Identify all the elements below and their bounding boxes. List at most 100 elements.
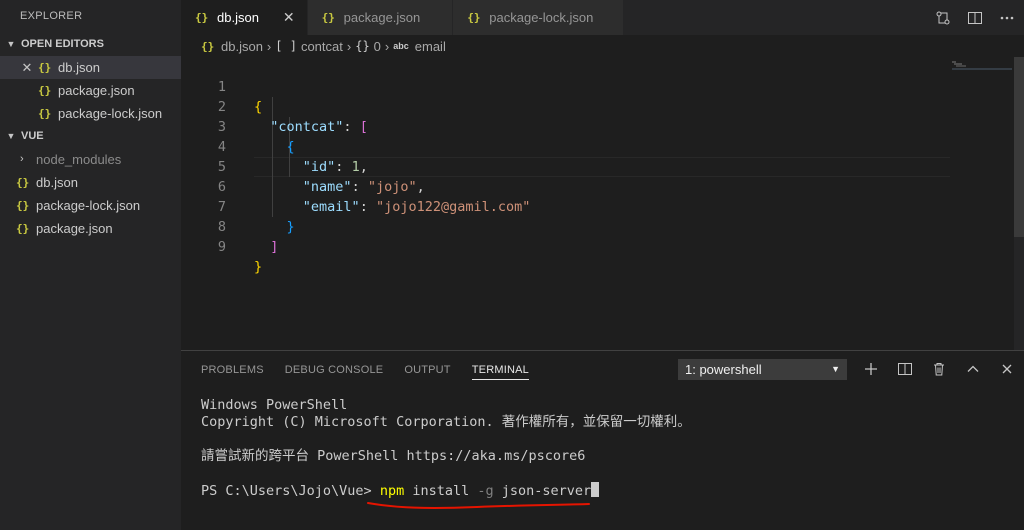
object-symbol-icon: {}	[355, 39, 370, 53]
trash-icon[interactable]	[929, 359, 949, 379]
json-file-icon: {}	[16, 199, 30, 212]
code-line: 3 {	[181, 97, 961, 155]
terminal-line: Windows PowerShell	[201, 397, 348, 413]
code-line: 9 }	[181, 217, 961, 275]
code-line: 4 "id": 1,	[181, 117, 961, 175]
caret-down-icon: ▼	[831, 364, 840, 374]
folder-item-node-modules[interactable]: › node_modules	[0, 148, 181, 171]
file-item-package-json[interactable]: {} package.json	[0, 217, 181, 240]
code-line: 8 ]	[181, 197, 961, 255]
code-line: 5 "name": "jojo",	[181, 137, 961, 195]
chevron-right-icon: ›	[346, 38, 352, 54]
open-editor-item-db-json[interactable]: ✕ {} db.json	[0, 56, 181, 79]
tab-problems[interactable]: PROBLEMS	[201, 351, 264, 389]
editor-tab-bar: {} db.json ✕ {} package.json {} package-…	[181, 0, 1024, 35]
json-file-icon: {}	[38, 107, 52, 120]
command-flag: -g	[477, 483, 494, 499]
tab-package-json[interactable]: {} package.json	[307, 0, 454, 35]
json-file-icon: {}	[16, 176, 30, 189]
tab-label: package-lock.json	[489, 10, 594, 25]
terminal-select[interactable]: 1: powershell ▼	[678, 359, 847, 380]
bottom-panel: PROBLEMS DEBUG CONSOLE OUTPUT TERMINAL 1…	[181, 350, 1024, 530]
open-editors-section[interactable]: ▼ OPEN EDITORS	[0, 33, 181, 56]
more-actions-icon[interactable]	[998, 9, 1016, 27]
open-editor-item-package-json[interactable]: {} package.json	[0, 79, 181, 102]
json-file-icon: {}	[321, 11, 335, 24]
code-line: 1 {	[181, 57, 961, 115]
tab-output[interactable]: OUTPUT	[404, 351, 450, 389]
open-editor-label: package-lock.json	[58, 106, 163, 121]
workspace-label: VUE	[21, 130, 44, 142]
brace: }	[254, 259, 263, 275]
command-argument: json-server	[493, 483, 592, 499]
open-editor-item-package-lock-json[interactable]: {} package-lock.json	[0, 102, 181, 125]
command-argument: install	[404, 483, 478, 499]
terminal-select-value: 1: powershell	[685, 362, 762, 377]
file-item-db-json[interactable]: {} db.json	[0, 171, 181, 194]
terminal-prompt: PS C:\Users\Jojo\Vue>	[201, 483, 380, 499]
explorer-title: EXPLORER	[20, 10, 83, 22]
tab-label: db.json	[217, 10, 259, 25]
chevron-right-icon: ›	[266, 38, 272, 54]
line-number: 9	[217, 239, 226, 255]
editor-scrollbar[interactable]	[1014, 57, 1024, 350]
code-line: 7 }	[181, 177, 961, 235]
terminal-cursor	[591, 482, 600, 497]
chevron-down-icon: ▼	[6, 39, 16, 49]
chevron-down-icon: ▼	[6, 131, 16, 141]
split-terminal-icon[interactable]	[895, 359, 915, 379]
file-item-package-lock-json[interactable]: {} package-lock.json	[0, 194, 181, 217]
open-editor-label: package.json	[58, 83, 135, 98]
json-file-icon: {}	[38, 61, 52, 74]
editor-actions	[934, 0, 1024, 35]
tab-terminal[interactable]: TERMINAL	[471, 351, 530, 389]
tab-db-json[interactable]: {} db.json ✕	[181, 0, 308, 35]
chevron-right-icon: ›	[384, 38, 390, 54]
open-editors-label: OPEN EDITORS	[21, 38, 104, 50]
tab-label: package.json	[343, 10, 421, 25]
plus-icon[interactable]	[861, 359, 881, 379]
code-line: 2 "contcat": [	[181, 77, 961, 135]
chevron-right-icon: ›	[20, 153, 24, 165]
command-executable: npm	[379, 483, 405, 499]
minimap[interactable]	[952, 59, 1012, 70]
open-editor-label: db.json	[58, 60, 100, 75]
code-line: 6 "email": "jojo122@gamil.com"	[181, 157, 961, 215]
breadcrumb: {} db.json › [ ] contcat › {} 0 › abc em…	[181, 35, 1024, 57]
terminal-line: Copyright (C) Microsoft Corporation. 著作權…	[201, 414, 691, 430]
breadcrumb-property[interactable]: email	[415, 39, 446, 54]
code-editor[interactable]: 1 { 2 "contcat": [ 3 { 4 "id": 1, 5 "nam…	[181, 57, 1024, 350]
breadcrumb-array[interactable]: contcat	[301, 39, 343, 54]
tab-debug-console[interactable]: DEBUG CONSOLE	[285, 351, 384, 389]
tab-package-lock-json[interactable]: {} package-lock.json	[453, 0, 625, 35]
panel-actions	[861, 359, 1017, 379]
folder-label: node_modules	[36, 152, 122, 167]
file-label: db.json	[36, 175, 78, 190]
workspace-section[interactable]: ▼ VUE	[0, 125, 181, 148]
breadcrumb-object[interactable]: 0	[374, 39, 381, 54]
json-file-icon: {}	[38, 84, 52, 97]
split-editor-icon[interactable]	[966, 9, 984, 27]
close-icon[interactable]: ✕	[20, 56, 34, 79]
file-label: package.json	[36, 221, 113, 236]
file-label: package-lock.json	[36, 198, 141, 213]
terminal-line: 請嘗試新的跨平台 PowerShell https://aka.ms/pscor…	[201, 448, 586, 464]
close-icon[interactable]	[997, 359, 1017, 379]
open-changes-icon[interactable]	[934, 9, 952, 27]
json-file-icon: {}	[16, 222, 30, 235]
scrollbar-thumb[interactable]	[1014, 57, 1024, 237]
array-symbol-icon: [ ]	[275, 39, 297, 53]
explorer-sidebar: EXPLORER ▼ OPEN EDITORS ✕ {} db.json {} …	[0, 0, 181, 530]
terminal-output[interactable]: Windows PowerShell Copyright (C) Microso…	[201, 397, 691, 499]
close-icon[interactable]: ✕	[283, 9, 295, 26]
red-underline-annotation	[367, 502, 590, 509]
bracket: ]	[270, 239, 279, 255]
string-symbol-icon: abc	[393, 41, 409, 51]
json-file-icon: {}	[195, 11, 209, 24]
json-file-icon: {}	[467, 11, 481, 24]
breadcrumb-file[interactable]: db.json	[221, 39, 263, 54]
json-file-icon: {}	[201, 39, 215, 53]
chevron-up-icon[interactable]	[963, 359, 983, 379]
